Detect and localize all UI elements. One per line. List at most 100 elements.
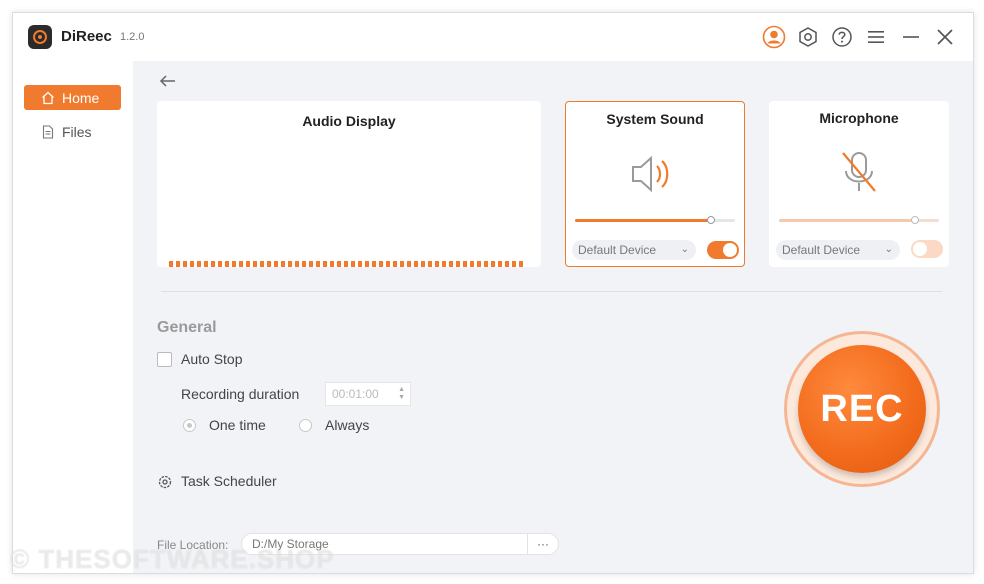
audio-level-bar: [267, 261, 271, 267]
spinner-arrows-icon[interactable]: ▲ ▼: [398, 386, 405, 402]
one-time-label: One time: [209, 417, 266, 433]
audio-level-bar: [260, 261, 264, 267]
recording-duration-value: 00:01:00: [332, 387, 379, 401]
system-sound-title: System Sound: [606, 111, 704, 127]
toggle-knob: [913, 242, 927, 256]
audio-level-bar: [253, 261, 257, 267]
microphone-panel: Microphone Default Device ⌄: [769, 101, 949, 267]
system-device-value: Default Device: [578, 243, 657, 257]
speaker-icon: [630, 152, 678, 201]
audio-level-bar: [274, 261, 278, 267]
user-icon[interactable]: [762, 25, 786, 49]
system-volume-slider[interactable]: [575, 216, 735, 224]
recording-duration-input[interactable]: 00:01:00 ▲ ▼: [325, 382, 411, 406]
sidebar-item-home[interactable]: Home: [24, 85, 121, 110]
chevron-down-icon: ⌄: [680, 244, 689, 255]
app-name: DiReec: [61, 28, 112, 45]
audio-level-bar: [498, 261, 502, 267]
auto-stop-label: Auto Stop: [181, 351, 243, 367]
audio-level-bar: [449, 261, 453, 267]
audio-level-bar: [246, 261, 250, 267]
file-icon: [41, 124, 55, 139]
audio-level-bar: [414, 261, 418, 267]
back-arrow-icon[interactable]: [159, 73, 177, 89]
audio-level-bar: [386, 261, 390, 267]
microphone-title: Microphone: [819, 110, 899, 126]
audio-level-bar: [281, 261, 285, 267]
microphone-volume-slider[interactable]: [779, 216, 939, 224]
auto-stop-checkbox[interactable]: [157, 352, 172, 367]
section-divider: [161, 291, 942, 292]
audio-level-bar: [463, 261, 467, 267]
microphone-device-value: Default Device: [782, 243, 861, 257]
audio-level-bar: [456, 261, 460, 267]
help-icon[interactable]: [830, 25, 854, 49]
one-time-radio[interactable]: [183, 419, 196, 432]
audio-level-bar: [407, 261, 411, 267]
minimize-icon[interactable]: [899, 25, 923, 49]
audio-level-bar: [372, 261, 376, 267]
task-scheduler-icon[interactable]: [157, 474, 173, 495]
app-window: DiReec 1.2.0 Home Files Audio Display Sy…: [12, 12, 974, 574]
audio-level-bar: [309, 261, 313, 267]
audio-level-bar: [225, 261, 229, 267]
rec-button[interactable]: REC: [798, 345, 926, 473]
audio-level-bar: [218, 261, 222, 267]
menu-icon[interactable]: [864, 25, 888, 49]
audio-level-bar: [204, 261, 208, 267]
audio-level-meter: [169, 261, 523, 267]
audio-level-bar: [470, 261, 474, 267]
always-radio[interactable]: [299, 419, 312, 432]
task-scheduler-link[interactable]: Task Scheduler: [181, 473, 277, 489]
audio-level-bar: [169, 261, 173, 267]
audio-level-bar: [330, 261, 334, 267]
audio-level-bar: [512, 261, 516, 267]
sidebar-item-label: Home: [62, 89, 100, 106]
sidebar: Home Files: [13, 61, 133, 573]
sidebar-item-files[interactable]: Files: [24, 119, 121, 144]
system-volume-thumb[interactable]: [707, 216, 715, 224]
microphone-device-select[interactable]: Default Device ⌄: [776, 240, 900, 260]
close-icon[interactable]: [933, 25, 957, 49]
toggle-knob: [723, 243, 737, 257]
audio-level-bar: [323, 261, 327, 267]
app-logo-icon: [28, 25, 52, 49]
audio-level-bar: [190, 261, 194, 267]
audio-level-bar: [176, 261, 180, 267]
audio-level-bar: [379, 261, 383, 267]
microphone-muted-icon: [837, 149, 881, 200]
always-label: Always: [325, 417, 370, 433]
microphone-volume-thumb[interactable]: [911, 216, 919, 224]
browse-more-button[interactable]: ···: [527, 534, 558, 554]
settings-icon[interactable]: [796, 25, 820, 49]
system-sound-toggle[interactable]: [707, 241, 739, 259]
audio-level-bar: [365, 261, 369, 267]
audio-level-bar: [344, 261, 348, 267]
audio-level-bar: [435, 261, 439, 267]
audio-level-bar: [400, 261, 404, 267]
recording-duration-label: Recording duration: [181, 386, 300, 402]
audio-level-bar: [358, 261, 362, 267]
title-bar: DiReec 1.2.0: [13, 13, 973, 61]
audio-level-bar: [295, 261, 299, 267]
audio-level-bar: [337, 261, 341, 267]
audio-level-bar: [442, 261, 446, 267]
audio-level-bar: [519, 261, 523, 267]
audio-level-bar: [239, 261, 243, 267]
system-device-select[interactable]: Default Device ⌄: [572, 240, 696, 260]
chevron-down-icon: ⌄: [884, 244, 893, 255]
audio-level-bar: [421, 261, 425, 267]
audio-level-bar: [288, 261, 292, 267]
system-volume-fill: [575, 219, 711, 222]
audio-display-title: Audio Display: [302, 113, 396, 129]
audio-level-bar: [302, 261, 306, 267]
audio-level-bar: [505, 261, 509, 267]
general-section-title: General: [157, 319, 217, 336]
app-version: 1.2.0: [120, 31, 145, 43]
audio-level-bar: [484, 261, 488, 267]
audio-level-bar: [351, 261, 355, 267]
audio-level-bar: [197, 261, 201, 267]
microphone-toggle[interactable]: [911, 240, 943, 258]
watermark-text: © THESOFTWARE.SHOP: [10, 544, 335, 574]
audio-display-panel: Audio Display: [157, 101, 541, 267]
